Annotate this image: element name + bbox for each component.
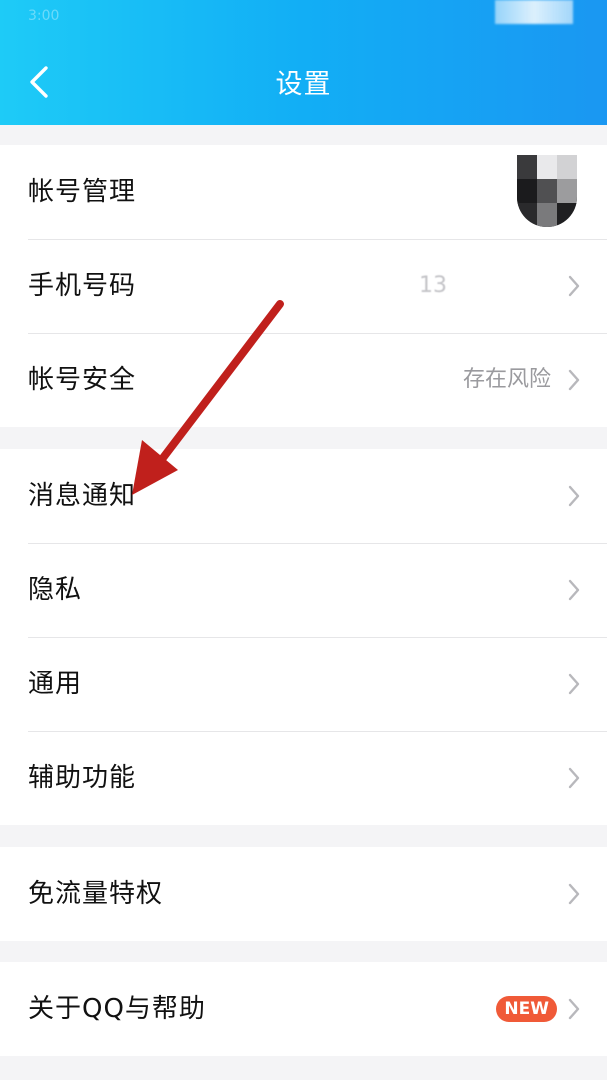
chevron-right-icon xyxy=(568,998,580,1020)
settings-item-label: 手机号码 xyxy=(28,271,137,301)
status-time: 3:00 xyxy=(28,8,60,24)
settings-item-label: 免流量特权 xyxy=(28,879,164,909)
settings-item-label: 消息通知 xyxy=(28,481,137,511)
chevron-right-icon xyxy=(568,579,580,601)
settings-item-account-security[interactable]: 帐号安全 存在风险 xyxy=(0,333,607,427)
settings-group-data: 免流量特权 xyxy=(0,847,607,941)
chevron-right-icon xyxy=(568,767,580,789)
settings-item-general[interactable]: 通用 xyxy=(0,637,607,731)
settings-item-label: 通用 xyxy=(28,669,83,699)
chevron-right-icon xyxy=(568,485,580,507)
settings-item-label: 关于QQ与帮助 xyxy=(28,994,206,1024)
avatar[interactable] xyxy=(517,155,577,227)
settings-group-account: 帐号管理 手机号码 13 帐号安全 存在风险 xyxy=(0,145,607,427)
settings-item-label: 辅助功能 xyxy=(28,763,137,793)
phone-number-value: 13 xyxy=(419,273,447,298)
settings-item-free-data[interactable]: 免流量特权 xyxy=(0,847,607,941)
chevron-right-icon xyxy=(568,275,580,297)
settings-item-account-management[interactable]: 帐号管理 xyxy=(0,145,607,239)
security-status-value: 存在风险 xyxy=(462,367,551,392)
settings-item-accessibility[interactable]: 辅助功能 xyxy=(0,731,607,825)
settings-group-general: 消息通知 隐私 通用 辅助功能 xyxy=(0,449,607,825)
settings-group-about: 关于QQ与帮助 NEW xyxy=(0,962,607,1056)
header-bar: 3:00 设置 xyxy=(0,0,607,125)
new-badge: NEW xyxy=(496,996,557,1022)
page-title: 设置 xyxy=(275,69,332,100)
settings-item-label: 帐号安全 xyxy=(28,365,137,395)
settings-item-phone-number[interactable]: 手机号码 13 xyxy=(0,239,607,333)
settings-item-privacy[interactable]: 隐私 xyxy=(0,543,607,637)
settings-item-label: 帐号管理 xyxy=(28,177,137,207)
chevron-right-icon xyxy=(568,673,580,695)
chevron-right-icon xyxy=(568,883,580,905)
settings-item-about-help[interactable]: 关于QQ与帮助 NEW xyxy=(0,962,607,1056)
status-icons xyxy=(495,0,573,24)
settings-item-notifications[interactable]: 消息通知 xyxy=(0,449,607,543)
chevron-right-icon xyxy=(568,369,580,391)
settings-item-label: 隐私 xyxy=(28,575,83,605)
